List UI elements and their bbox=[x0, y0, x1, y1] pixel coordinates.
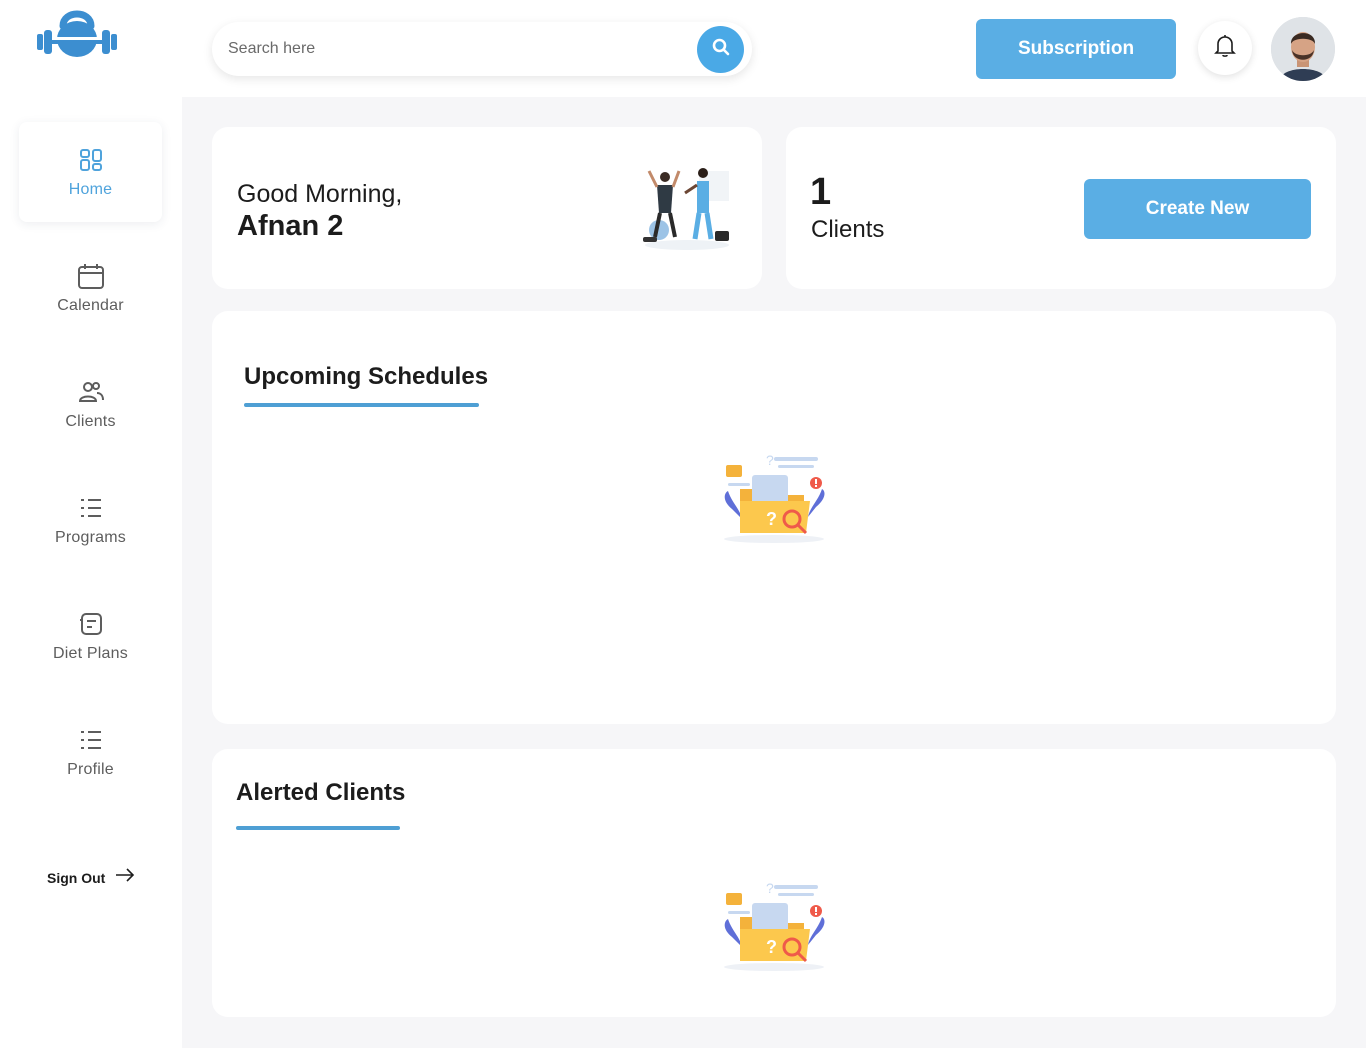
calendar-icon bbox=[76, 261, 106, 291]
clients-summary-card: 1 Clients Create New bbox=[786, 127, 1336, 289]
workout-illustration bbox=[637, 165, 735, 253]
subscription-button[interactable]: Subscription bbox=[976, 19, 1176, 79]
svg-text:?: ? bbox=[766, 937, 777, 957]
sidebar-item-home[interactable]: Home bbox=[19, 122, 162, 222]
bell-icon bbox=[1214, 34, 1236, 63]
main-content: Good Morning, Afnan 2 1 Clients Create N… bbox=[182, 97, 1366, 1048]
svg-text:?: ? bbox=[766, 880, 774, 896]
top-bar: Subscription bbox=[182, 0, 1366, 97]
search-button[interactable] bbox=[697, 26, 744, 73]
section-title: Alerted Clients bbox=[236, 779, 406, 806]
sidebar-item-clients[interactable]: Clients bbox=[19, 354, 162, 454]
search-icon bbox=[711, 37, 731, 62]
section-underline bbox=[236, 826, 400, 830]
user-name: Afnan 2 bbox=[237, 210, 344, 242]
sidebar-item-calendar[interactable]: Calendar bbox=[19, 238, 162, 338]
search-input[interactable] bbox=[228, 40, 668, 58]
sidebar-item-profile[interactable]: Profile bbox=[19, 702, 162, 802]
alerted-clients-card: Alerted Clients ? ? bbox=[212, 749, 1336, 1017]
sidebar-item-label: Profile bbox=[67, 761, 114, 778]
clients-count: 1 bbox=[810, 171, 832, 213]
document-icon bbox=[76, 609, 106, 639]
kettlebell-logo-icon[interactable] bbox=[36, 6, 118, 60]
sign-out-button[interactable]: Sign Out bbox=[47, 868, 135, 887]
sidebar-item-label: Home bbox=[68, 181, 113, 198]
clients-label: Clients bbox=[811, 216, 885, 243]
svg-text:?: ? bbox=[766, 509, 777, 529]
sign-out-label: Sign Out bbox=[47, 869, 106, 886]
section-underline bbox=[244, 403, 479, 407]
arrow-right-icon bbox=[115, 868, 135, 887]
greeting-card: Good Morning, Afnan 2 bbox=[212, 127, 762, 289]
search-bar bbox=[212, 22, 752, 76]
empty-folder-illustration: ? ? bbox=[718, 449, 830, 545]
sidebar-item-diet-plans[interactable]: Diet Plans bbox=[19, 586, 162, 686]
section-title: Upcoming Schedules bbox=[244, 363, 489, 390]
create-new-button[interactable]: Create New bbox=[1084, 179, 1311, 239]
sidebar-item-label: Clients bbox=[65, 413, 116, 430]
sidebar-item-label: Programs bbox=[55, 529, 126, 546]
sidebar-item-label: Calendar bbox=[57, 297, 124, 314]
sidebar-item-programs[interactable]: Programs bbox=[19, 470, 162, 570]
avatar[interactable] bbox=[1271, 17, 1335, 81]
svg-text:?: ? bbox=[766, 452, 774, 468]
list-icon bbox=[76, 493, 106, 523]
list-icon bbox=[76, 725, 106, 755]
empty-folder-illustration: ? ? bbox=[718, 877, 830, 973]
sidebar: Home Calendar Clients Programs Diet Plan… bbox=[0, 0, 182, 1048]
dashboard-icon bbox=[76, 145, 106, 175]
upcoming-schedules-card: Upcoming Schedules ? ? bbox=[212, 311, 1336, 724]
notifications-button[interactable] bbox=[1198, 21, 1252, 75]
sidebar-item-label: Diet Plans bbox=[53, 645, 128, 662]
greeting-text: Good Morning, bbox=[237, 180, 403, 208]
users-icon bbox=[76, 377, 106, 407]
